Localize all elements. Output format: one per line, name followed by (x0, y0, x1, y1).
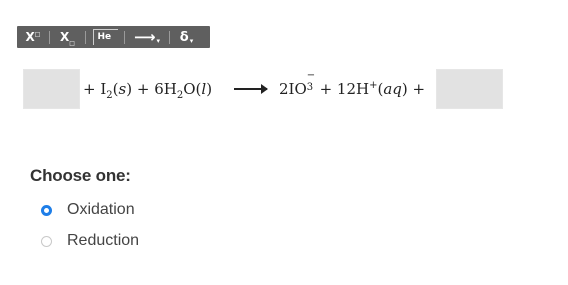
equation-reactants: + I2(s) + 6H2O(l) (83, 80, 213, 101)
reaction-arrow-icon (234, 84, 268, 94)
answer-blank-left[interactable] (23, 69, 80, 109)
superscript-icon: X□ (25, 30, 41, 44)
arrow-dropdown-button[interactable]: ⟶ ▾ (125, 26, 169, 48)
chevron-down-icon: ▾ (156, 37, 161, 45)
superscript-button[interactable]: X□ (17, 26, 49, 48)
option-label: Reduction (67, 232, 140, 249)
delta-icon: δ (179, 29, 189, 45)
chemistry-toolbar: X□ X□ He ⟶ ▾ δ ▾ (17, 26, 210, 48)
periodic-element-icon: He (92, 29, 118, 45)
option-reduction[interactable]: Reduction (41, 230, 139, 252)
question-prompt: Choose one: (30, 166, 131, 185)
option-label: Oxidation (67, 201, 135, 218)
delta-dropdown-button[interactable]: δ ▾ (170, 26, 203, 48)
option-oxidation[interactable]: Oxidation (41, 199, 135, 221)
chevron-down-icon: ▾ (189, 37, 194, 45)
radio-selected-icon[interactable] (41, 204, 52, 216)
answer-blank-right[interactable] (436, 69, 503, 109)
element-button[interactable]: He (86, 26, 124, 48)
reaction-arrow-icon: ⟶ (133, 28, 156, 46)
subscript-button[interactable]: X□ (50, 26, 85, 48)
radio-unselected-icon[interactable] (41, 235, 52, 247)
equation-products: 2IO −3 + 12H+(aq) + (279, 70, 426, 98)
subscript-icon: X□ (60, 30, 75, 47)
